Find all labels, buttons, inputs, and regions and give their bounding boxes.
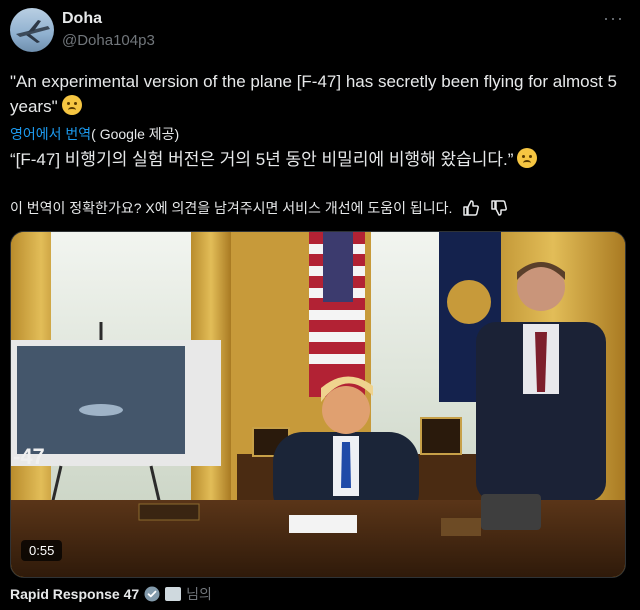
author-handle[interactable]: @Doha104p3	[62, 32, 155, 49]
video-frame: -47	[11, 232, 625, 577]
feedback-prompt: 이 번역이 정확한가요? X에 의견을 남겨주시면 서비스 개선에 도움이 됩니…	[10, 200, 453, 216]
translated-body: “[F-47] 비행기의 실험 버전은 거의 5년 동안 비밀리에 비행해 왔습…	[10, 150, 514, 169]
upside-down-face-emoji-icon	[517, 148, 538, 168]
translated-text: “[F-47] 비행기의 실험 버전은 거의 5년 동안 비밀리에 비행해 왔습…	[10, 147, 630, 172]
avatar[interactable]	[10, 8, 54, 52]
translate-link[interactable]: 영어에서 번역	[10, 126, 91, 142]
source-account-name[interactable]: Rapid Response 47	[10, 586, 139, 602]
thumbs-down-icon[interactable]	[490, 199, 508, 217]
video-duration: 0:55	[21, 540, 63, 561]
source-suffix: 님의	[186, 586, 212, 602]
tweet-text: "An experimental version of the plane [F…	[10, 69, 630, 119]
tweet-body: "An experimental version of the plane [F…	[10, 72, 618, 116]
tweet-header: Doha @Doha104p3 ···	[10, 8, 630, 56]
author-name[interactable]: Doha	[62, 10, 102, 28]
easel-label: -47	[13, 444, 45, 469]
translation-attribution: 영어에서 번역( Google 제공)	[10, 124, 179, 144]
video-player[interactable]: -47 0:55	[10, 231, 626, 578]
verified-badge-icon	[144, 586, 160, 602]
government-building-icon	[165, 587, 182, 601]
upside-down-face-emoji-icon	[61, 95, 82, 115]
more-dots-icon[interactable]: ···	[603, 8, 624, 29]
translation-provider: ( Google 제공)	[91, 126, 180, 142]
thumbs-up-icon[interactable]	[462, 199, 480, 217]
video-source: Rapid Response 47 님의	[10, 584, 212, 604]
translation-feedback: 이 번역이 정확한가요? X에 의견을 남겨주시면 서비스 개선에 도움이 됩니…	[10, 198, 508, 218]
